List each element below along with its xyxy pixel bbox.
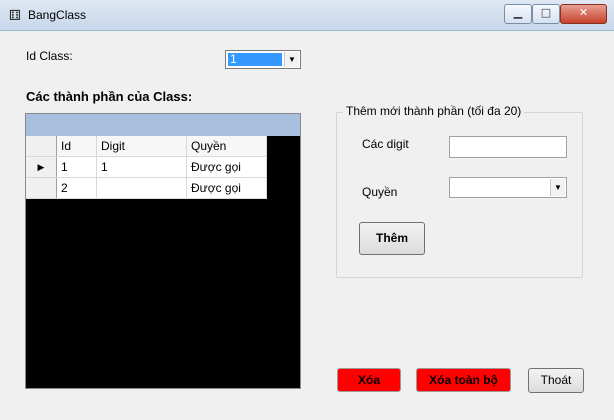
grid-header-row: Id Digit Quyền [26, 136, 267, 157]
maximize-button[interactable]: □ [532, 4, 560, 24]
id-class-label: Id Class: [26, 49, 73, 63]
components-grid[interactable]: Id Digit Quyền ▶ 1 1 Được gọi 2 Được gọi [25, 113, 301, 389]
digits-input[interactable] [449, 136, 567, 158]
window-title: BangClass [28, 8, 87, 22]
minimize-icon: ▁ [513, 6, 523, 19]
dice-icon: ⚅ [8, 7, 22, 23]
table-row[interactable]: ▶ 1 1 Được gọi [26, 156, 267, 178]
add-group-legend: Thêm mới thành phần (tối đa 20) [343, 104, 525, 118]
permission-select[interactable]: ▼ [449, 177, 567, 198]
cell-digit[interactable]: 1 [96, 156, 187, 178]
minimize-button[interactable]: ▁ [504, 4, 532, 24]
grid-caption-bar [26, 114, 300, 136]
cell-id[interactable]: 2 [56, 177, 97, 199]
row-header[interactable] [26, 177, 57, 199]
window-client-area: Id Class: 1 ▼ Các thành phần của Class: … [0, 31, 614, 420]
id-class-selected-value: 1 [228, 53, 282, 66]
id-class-select[interactable]: 1 ▼ [225, 50, 301, 69]
title-bar[interactable]: ⚅ BangClass ▁ □ ✕ [0, 0, 614, 31]
chevron-down-icon[interactable]: ▼ [550, 179, 565, 196]
chevron-down-icon[interactable]: ▼ [284, 52, 299, 67]
cell-quyen[interactable]: Được gọi [186, 156, 267, 178]
cell-id[interactable]: 1 [56, 156, 97, 178]
column-header-digit[interactable]: Digit [96, 136, 187, 157]
column-header-id[interactable]: Id [56, 136, 97, 157]
add-button[interactable]: Thêm [359, 222, 425, 255]
exit-button[interactable]: Thoát [528, 368, 584, 393]
table-row[interactable]: 2 Được gọi [26, 177, 267, 199]
column-header-quyen[interactable]: Quyền [186, 136, 267, 157]
grid-corner-cell[interactable] [26, 136, 57, 157]
grid-table: Id Digit Quyền ▶ 1 1 Được gọi 2 Được gọi [26, 136, 267, 199]
close-icon: ✕ [578, 6, 589, 19]
cell-digit[interactable] [96, 177, 187, 199]
components-heading: Các thành phần của Class: [26, 89, 193, 104]
delete-all-button[interactable]: Xóa toàn bộ [416, 368, 511, 392]
current-row-indicator-icon[interactable]: ▶ [26, 156, 57, 178]
permission-label: Quyền [362, 185, 398, 199]
digits-label: Các digit [362, 137, 409, 151]
close-button[interactable]: ✕ [560, 4, 607, 24]
maximize-icon: □ [540, 6, 552, 19]
delete-button[interactable]: Xóa [337, 368, 401, 392]
cell-quyen[interactable]: Được gọi [186, 177, 267, 199]
